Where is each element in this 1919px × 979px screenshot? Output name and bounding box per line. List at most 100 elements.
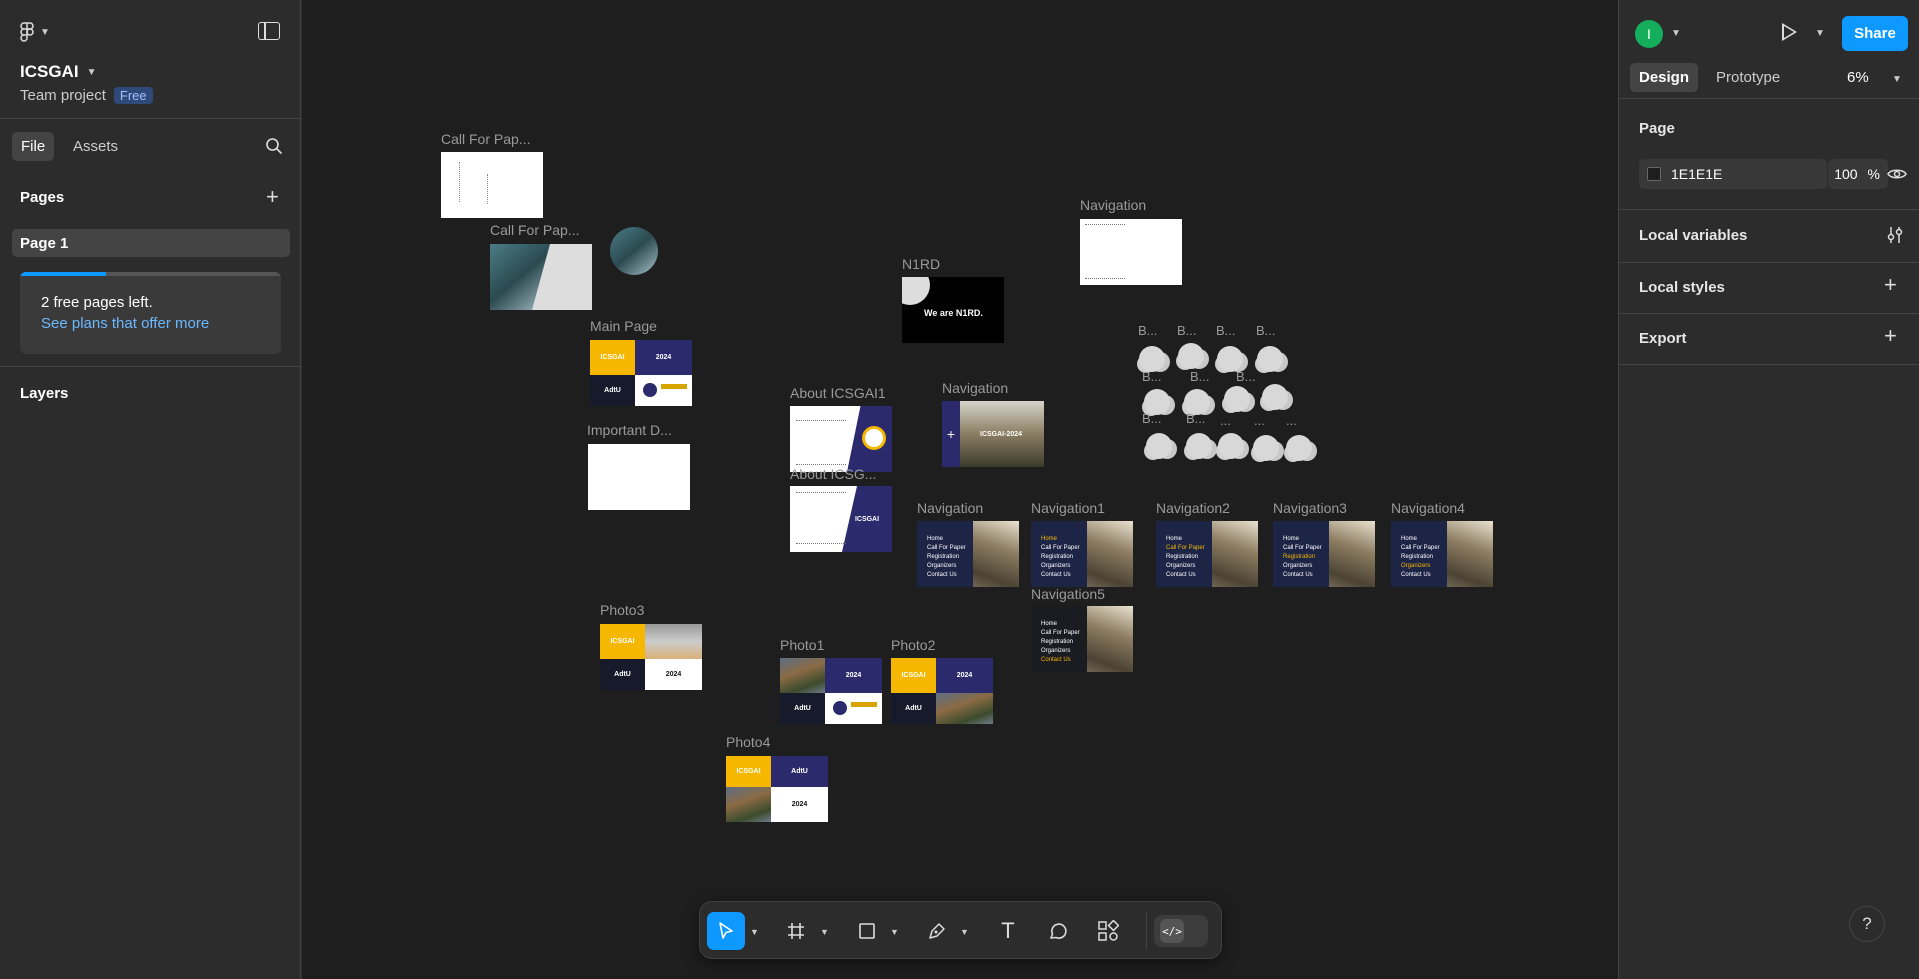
- dev-mode-toggle[interactable]: </>: [1154, 915, 1208, 947]
- help-button[interactable]: ?: [1849, 906, 1885, 942]
- frame-label-navigation[interactable]: Navigation: [917, 500, 983, 516]
- frame-label-navigation5[interactable]: Navigation5: [1031, 586, 1105, 602]
- chevron-down-icon[interactable]: ▼: [890, 927, 899, 937]
- frame-label-call-for-paper-2[interactable]: Call For Pap...: [490, 222, 579, 238]
- add-style-icon[interactable]: +: [1884, 274, 1897, 296]
- frame-navigation4[interactable]: Home Call For Paper Registration Organiz…: [1391, 521, 1493, 587]
- frame-label-important-dates[interactable]: Important D...: [587, 422, 672, 438]
- toggle-ui-icon[interactable]: [258, 22, 280, 40]
- frame-photo2[interactable]: ICSGAI 2024 AdtU: [891, 658, 993, 724]
- tab-assets[interactable]: Assets: [73, 138, 118, 155]
- frame-label-photo2[interactable]: Photo2: [891, 637, 935, 653]
- tab-file[interactable]: File: [12, 132, 55, 161]
- b-label[interactable]: B...: [1142, 369, 1162, 384]
- frame-about-icsgai1[interactable]: [790, 406, 892, 472]
- cloud-shape[interactable]: [1257, 346, 1283, 372]
- share-button[interactable]: Share: [1842, 16, 1908, 51]
- b-label[interactable]: B...: [1256, 323, 1276, 338]
- cloud-shape[interactable]: [1186, 433, 1212, 459]
- add-page-icon[interactable]: +: [266, 186, 279, 208]
- cloud-shape[interactable]: [1286, 435, 1312, 461]
- shape-tool-button[interactable]: [848, 912, 886, 950]
- b-label[interactable]: B...: [1138, 323, 1158, 338]
- zoom-level[interactable]: 6%: [1847, 69, 1869, 86]
- frame-label-photo4[interactable]: Photo4: [726, 734, 770, 750]
- frame-photo3[interactable]: ICSGAI AdtU 2024: [600, 624, 702, 690]
- frame-label-navigation-mid[interactable]: Navigation: [942, 380, 1008, 396]
- frame-label-call-for-paper-1[interactable]: Call For Pap...: [441, 131, 530, 147]
- frame-main-page[interactable]: ICSGAI 2024 AdtU: [590, 340, 692, 406]
- frame-navigation-top[interactable]: [1080, 219, 1182, 285]
- cloud-shape[interactable]: [1262, 384, 1288, 410]
- page-opacity-field[interactable]: 100 %: [1828, 159, 1888, 189]
- comment-tool-button[interactable]: [1039, 912, 1077, 950]
- circle-photo-frame[interactable]: [610, 227, 658, 275]
- b-label[interactable]: ...: [1254, 413, 1265, 428]
- present-play-icon[interactable]: [1782, 23, 1797, 41]
- frame-label-about-icsgai1[interactable]: About ICSGAI1: [790, 385, 886, 401]
- b-label[interactable]: B...: [1177, 323, 1197, 338]
- local-variables-title[interactable]: Local variables: [1639, 227, 1747, 244]
- b-label[interactable]: B...: [1186, 411, 1206, 426]
- export-title[interactable]: Export: [1639, 330, 1687, 347]
- move-tool-button[interactable]: [707, 912, 745, 950]
- b-label[interactable]: ...: [1220, 413, 1231, 428]
- frame-label-main-page[interactable]: Main Page: [590, 318, 657, 334]
- frame-label-photo1[interactable]: Photo1: [780, 637, 824, 653]
- frame-label-about-icsgai2[interactable]: About ICSG...: [790, 466, 876, 482]
- search-icon[interactable]: [265, 137, 283, 155]
- cloud-shape[interactable]: [1146, 433, 1172, 459]
- frame-label-navigation1[interactable]: Navigation1: [1031, 500, 1105, 516]
- variables-sliders-icon[interactable]: [1886, 225, 1904, 245]
- frame-label-navigation3[interactable]: Navigation3: [1273, 500, 1347, 516]
- frame-navigation[interactable]: Home Call For Paper Registration Organiz…: [917, 521, 1019, 587]
- cloud-shape[interactable]: [1178, 343, 1204, 369]
- b-label[interactable]: B...: [1190, 369, 1210, 384]
- plan-badge[interactable]: Free: [113, 87, 153, 104]
- frame-label-navigation-top[interactable]: Navigation: [1080, 197, 1146, 213]
- frame-navigation2[interactable]: Home Call For Paper Registration Organiz…: [1156, 521, 1258, 587]
- chevron-down-icon[interactable]: ▼: [1671, 28, 1681, 39]
- frame-label-n1rd[interactable]: N1RD: [902, 256, 940, 272]
- local-styles-title[interactable]: Local styles: [1639, 279, 1725, 296]
- chevron-down-icon[interactable]: ▼: [750, 927, 759, 937]
- frame-important-dates[interactable]: [588, 444, 690, 510]
- frame-call-for-paper-1[interactable]: [441, 152, 543, 218]
- eye-icon[interactable]: [1887, 165, 1907, 183]
- b-label[interactable]: B...: [1236, 369, 1256, 384]
- chevron-down-icon[interactable]: ▼: [1815, 28, 1825, 39]
- tab-design[interactable]: Design: [1630, 63, 1699, 92]
- color-swatch[interactable]: [1647, 167, 1661, 181]
- b-label[interactable]: B...: [1216, 323, 1236, 338]
- actions-tool-button[interactable]: [1089, 912, 1127, 950]
- chevron-down-icon[interactable]: ▼: [1892, 74, 1902, 85]
- frame-photo1[interactable]: 2024 AdtU: [780, 658, 882, 724]
- frame-label-navigation2[interactable]: Navigation2: [1156, 500, 1230, 516]
- frame-navigation5[interactable]: Home Call For Paper Registration Organiz…: [1031, 606, 1133, 672]
- chevron-down-icon[interactable]: ▼: [960, 927, 969, 937]
- add-export-icon[interactable]: +: [1884, 325, 1897, 347]
- frame-navigation3[interactable]: Home Call For Paper Registration Organiz…: [1273, 521, 1375, 587]
- b-label[interactable]: ...: [1286, 413, 1297, 428]
- frame-label-navigation4[interactable]: Navigation4: [1391, 500, 1465, 516]
- avatar[interactable]: I: [1635, 20, 1663, 48]
- b-label[interactable]: B...: [1142, 411, 1162, 426]
- see-plans-link[interactable]: See plans that offer more: [41, 315, 209, 332]
- frame-tool-button[interactable]: [777, 912, 815, 950]
- frame-navigation-mid[interactable]: + ICSGAI-2024: [942, 401, 1044, 467]
- canvas[interactable]: Call For Pap... Call For Pap... Main Pag…: [302, 0, 1618, 979]
- page-color-field[interactable]: 1E1E1E: [1639, 159, 1827, 189]
- main-menu-button[interactable]: ▼: [20, 22, 50, 42]
- frame-navigation1[interactable]: Home Call For Paper Registration Organiz…: [1031, 521, 1133, 587]
- pen-tool-button[interactable]: [918, 912, 956, 950]
- frame-photo4[interactable]: ICSGAI AdtU 2024: [726, 756, 828, 822]
- cloud-shape[interactable]: [1224, 386, 1250, 412]
- cloud-shape[interactable]: [1218, 433, 1244, 459]
- chevron-down-icon[interactable]: ▼: [820, 927, 829, 937]
- frame-n1rd[interactable]: We are N1RD.: [902, 277, 1004, 343]
- frame-label-photo3[interactable]: Photo3: [600, 602, 644, 618]
- page-item-page-1[interactable]: Page 1: [12, 229, 290, 257]
- project-title[interactable]: ICSGAI ▼: [20, 62, 96, 82]
- cloud-shape[interactable]: [1253, 435, 1279, 461]
- text-tool-button[interactable]: T: [989, 912, 1027, 950]
